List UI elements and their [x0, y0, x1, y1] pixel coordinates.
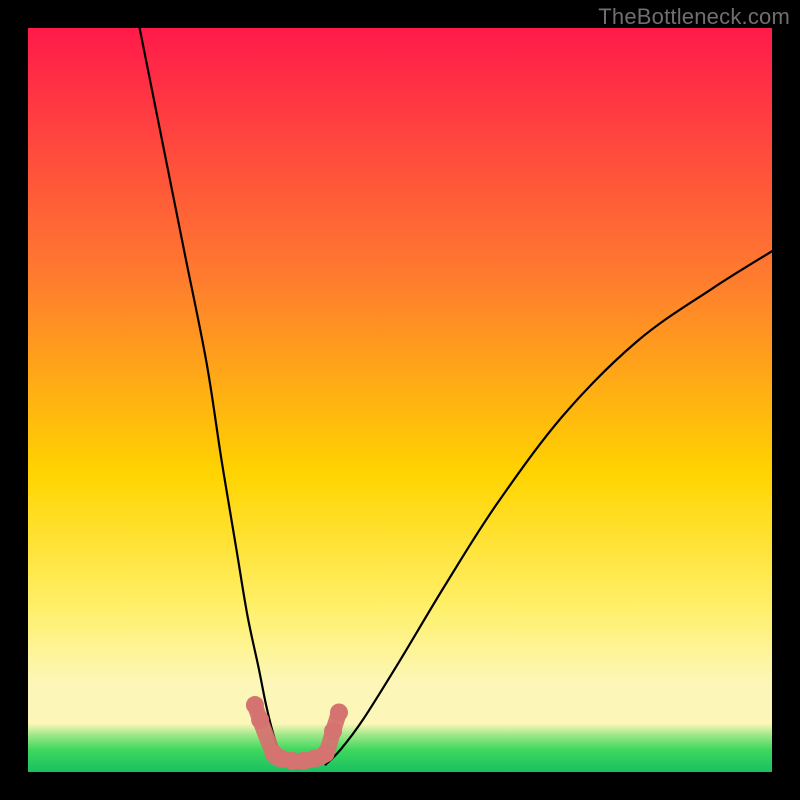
chart-plot-area [28, 28, 772, 772]
left-curve [140, 28, 289, 765]
data-point [251, 711, 269, 729]
data-point [324, 722, 342, 740]
data-point [330, 703, 348, 721]
chart-svg [28, 28, 772, 772]
watermark-text: TheBottleneck.com [598, 4, 790, 30]
chart-frame: TheBottleneck.com [0, 0, 800, 800]
data-point [317, 744, 335, 762]
right-curve [326, 251, 772, 764]
